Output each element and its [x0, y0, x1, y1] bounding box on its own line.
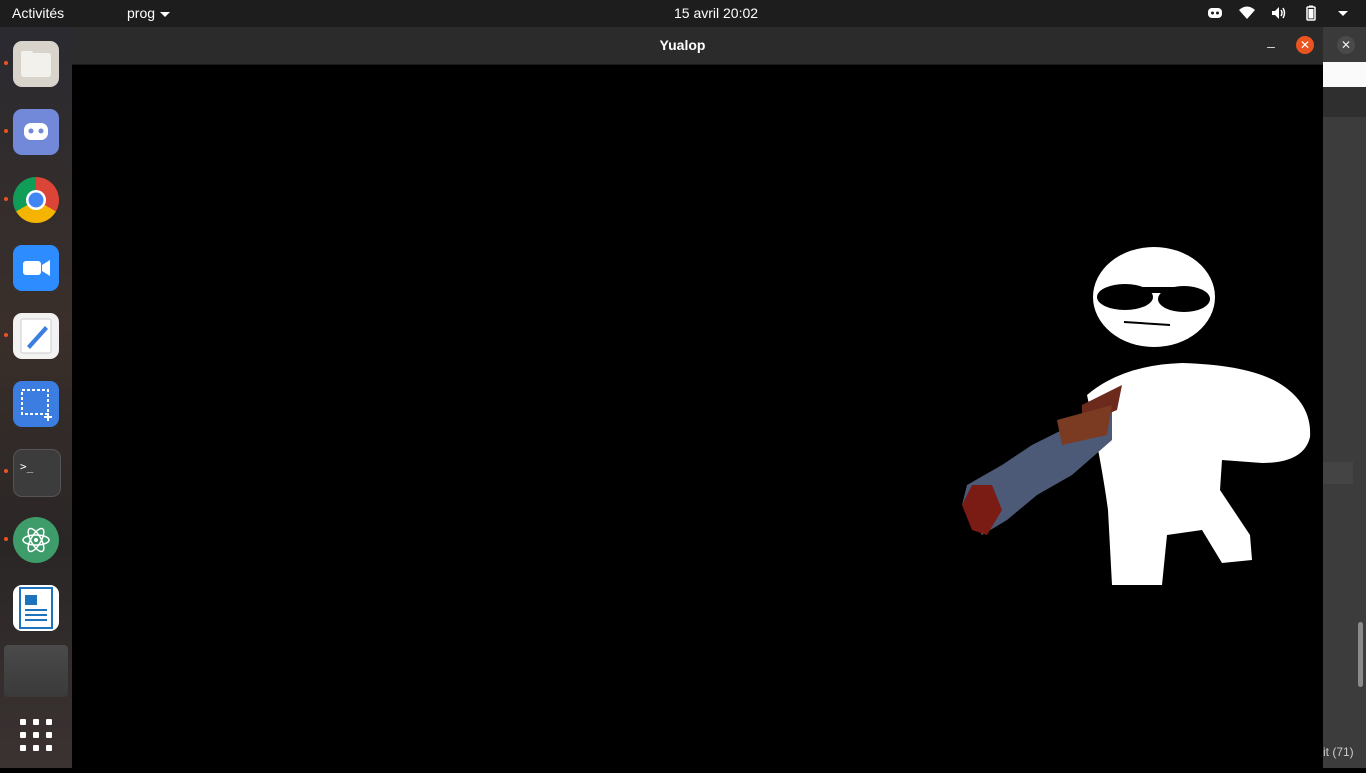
running-indicator	[4, 197, 8, 201]
discord-icon	[24, 123, 48, 140]
app-menu-button[interactable]: prog	[127, 5, 171, 21]
background-toolbar	[1323, 62, 1366, 87]
running-indicator	[4, 469, 8, 473]
wifi-icon[interactable]	[1238, 4, 1256, 22]
background-status-text: it (71)	[1323, 745, 1354, 759]
game-canvas[interactable]	[72, 65, 1323, 768]
scrollbar[interactable]	[1358, 622, 1363, 687]
close-button[interactable]: ✕	[1296, 36, 1314, 54]
running-indicator	[4, 61, 8, 65]
dock-text-editor[interactable]	[13, 313, 59, 359]
background-close-button[interactable]: ✕	[1337, 36, 1355, 54]
running-indicator	[4, 333, 8, 337]
battery-icon[interactable]	[1302, 4, 1320, 22]
dock-libreoffice-writer[interactable]	[13, 585, 59, 631]
folder-icon	[21, 51, 51, 77]
dock-files[interactable]	[13, 41, 59, 87]
show-applications-button[interactable]	[13, 713, 59, 759]
dock-screenshot[interactable]	[13, 381, 59, 427]
background-header	[1323, 87, 1366, 117]
background-window[interactable]: ✕ it (71)	[1323, 27, 1366, 768]
clock[interactable]: 15 avril 20:02	[674, 5, 758, 21]
running-indicator	[4, 537, 8, 541]
chrome-icon	[26, 190, 46, 210]
atom-icon	[22, 527, 50, 553]
terminal-icon: >_	[20, 460, 34, 473]
gloved-hand-sprite	[962, 385, 1122, 535]
background-panel	[1323, 117, 1366, 768]
dock-active-window[interactable]	[4, 645, 68, 697]
volume-icon[interactable]	[1270, 4, 1288, 22]
dock: >_	[0, 27, 72, 768]
app-menu-label: prog	[127, 5, 156, 21]
game-scene	[962, 247, 1311, 585]
discord-icon[interactable]	[1206, 4, 1224, 22]
activities-button[interactable]: Activités	[12, 5, 64, 21]
window-titlebar[interactable]: Yualop – ✕	[72, 27, 1323, 65]
dock-zoom[interactable]	[13, 245, 59, 291]
window-title: Yualop	[659, 37, 706, 53]
top-bar: Activités prog 15 avril 20:02	[0, 0, 1366, 27]
minimize-button[interactable]: –	[1265, 39, 1277, 53]
document-icon	[19, 587, 53, 629]
video-camera-icon	[23, 260, 50, 276]
grid-icon	[20, 719, 52, 751]
dock-atom[interactable]	[13, 517, 59, 563]
running-indicator	[4, 129, 8, 133]
screenshot-icon	[21, 389, 52, 421]
chevron-down-icon	[160, 11, 171, 17]
dock-chrome[interactable]	[13, 177, 59, 223]
game-window: Yualop – ✕	[72, 27, 1323, 768]
list-item[interactable]	[1323, 462, 1353, 484]
system-tray[interactable]	[1206, 4, 1352, 22]
pencil-icon	[20, 318, 52, 354]
dock-terminal[interactable]: >_	[13, 449, 61, 497]
svg-text:>_: >_	[20, 460, 34, 473]
menu-caret-icon[interactable]	[1334, 4, 1352, 22]
dock-discord[interactable]	[13, 109, 59, 155]
